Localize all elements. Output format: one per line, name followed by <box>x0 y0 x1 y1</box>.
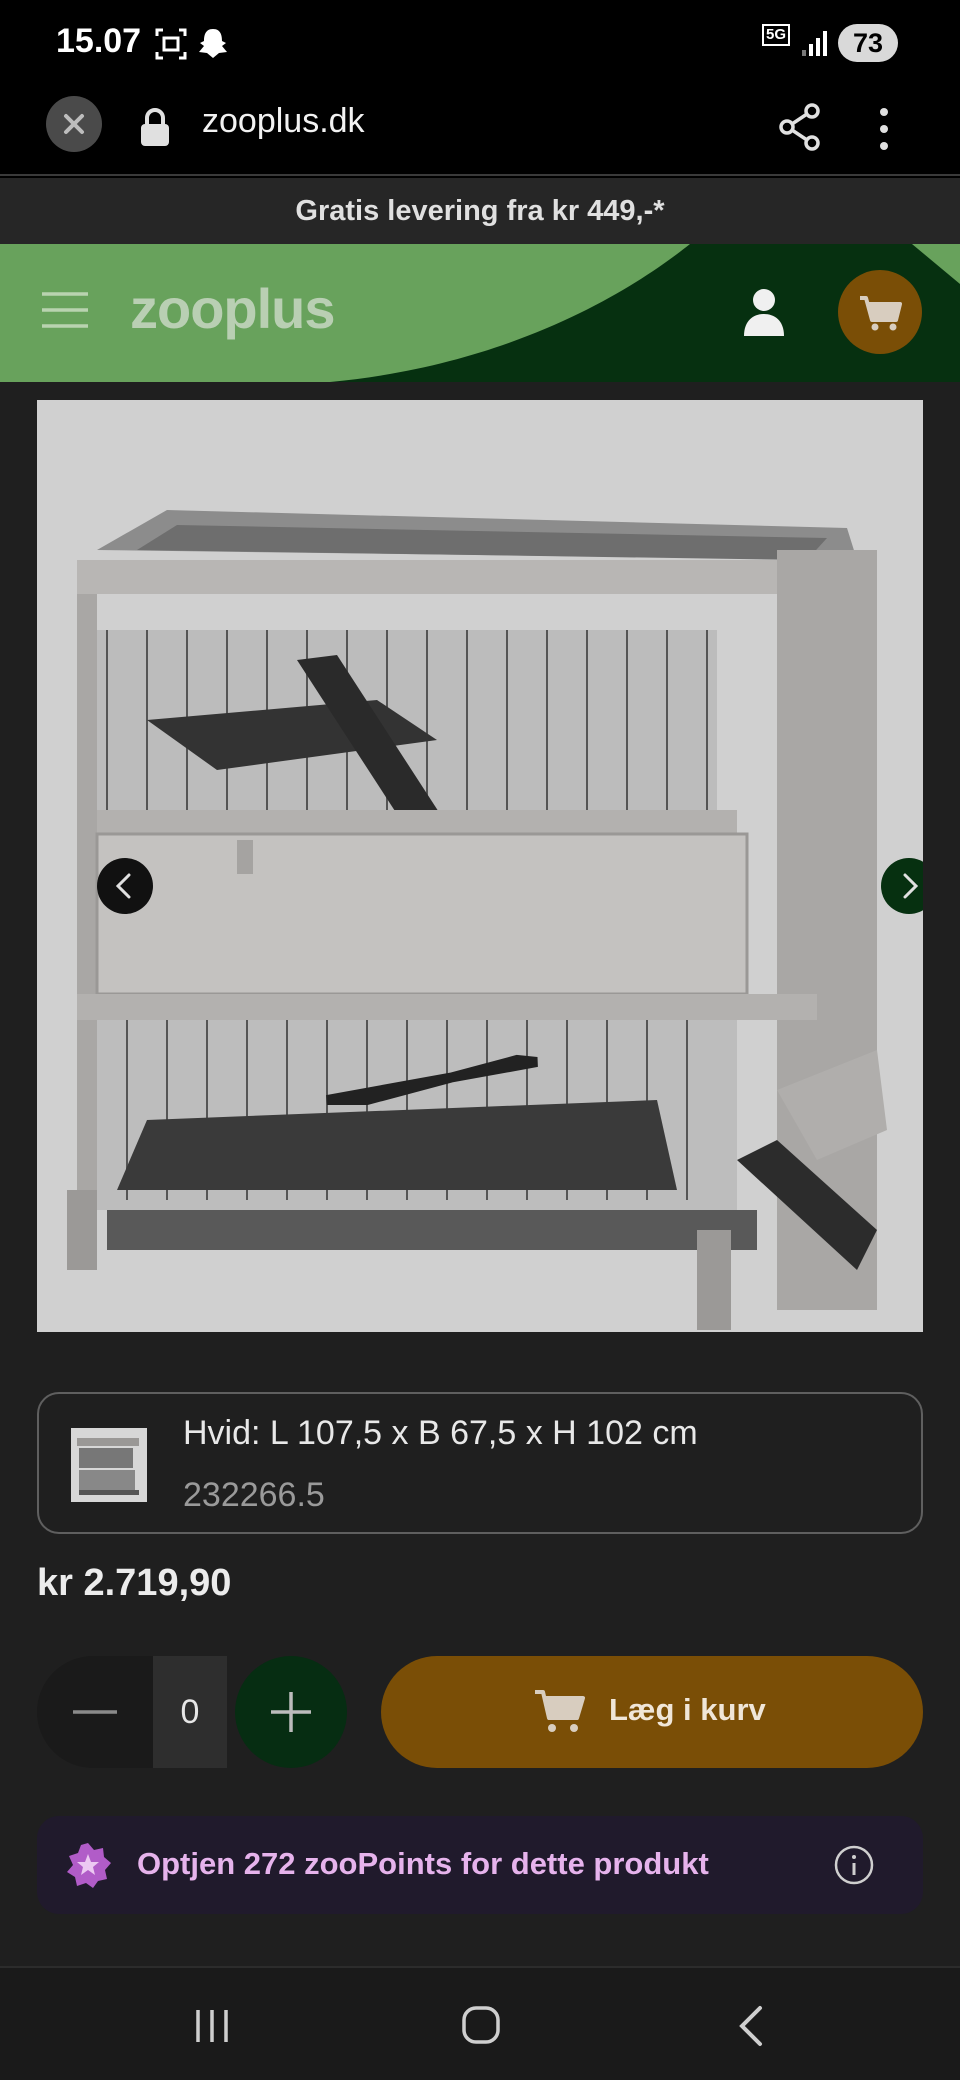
chevron-left-icon <box>115 873 131 899</box>
back-icon[interactable] <box>736 2004 766 2048</box>
header-cart-button[interactable] <box>838 270 922 354</box>
info-icon[interactable] <box>833 1844 875 1886</box>
zoopoints-banner[interactable]: Optjen 272 zooPoints for dette produkt <box>37 1816 923 1914</box>
quantity-input[interactable]: 0 <box>153 1656 227 1768</box>
home-icon[interactable] <box>460 2004 502 2046</box>
site-header: zooplus <box>0 244 960 382</box>
zooplus-logo[interactable]: zooplus <box>130 276 336 341</box>
add-to-cart-label: Læg i kurv <box>609 1692 766 1727</box>
more-options-icon[interactable] <box>874 104 894 154</box>
product-page: Hvid: L 107,5 x B 67,5 x H 102 cm 232266… <box>0 382 960 1966</box>
product-image-gallery[interactable] <box>37 400 923 1332</box>
network-type: 5G <box>762 24 791 46</box>
product-price: kr 2.719,90 <box>37 1562 232 1604</box>
lock-icon <box>141 108 169 146</box>
account-icon[interactable] <box>740 286 788 338</box>
battery-indicator: 73 <box>838 24 898 62</box>
system-navigation-bar <box>0 1966 960 2080</box>
snapchat-icon <box>199 29 227 58</box>
status-time: 15.07 <box>56 22 142 60</box>
zoopoints-text: Optjen 272 zooPoints for dette produkt <box>137 1846 709 1881</box>
variant-title: Hvid: L 107,5 x B 67,5 x H 102 cm <box>183 1414 698 1452</box>
browser-toolbar: zooplus.dk <box>0 88 960 176</box>
minus-icon <box>73 1710 117 1714</box>
menu-icon[interactable] <box>40 290 90 330</box>
gallery-prev-button[interactable] <box>97 858 153 914</box>
share-icon[interactable] <box>778 102 822 152</box>
free-delivery-banner[interactable]: Gratis levering fra kr 449,-* <box>0 178 960 244</box>
screenshot-icon <box>155 28 187 60</box>
plus-icon <box>271 1692 311 1732</box>
variant-sku: 232266.5 <box>183 1476 325 1514</box>
cart-icon <box>535 1690 585 1732</box>
close-tab-button[interactable] <box>46 96 102 152</box>
quantity-stepper: 0 <box>37 1656 347 1768</box>
signal-icon <box>802 31 827 56</box>
status-bar: 15.07 5G 73 <box>0 0 960 88</box>
url-text[interactable]: zooplus.dk <box>202 102 365 141</box>
zoopoints-badge-icon <box>67 1843 111 1888</box>
quantity-increase-button[interactable] <box>235 1656 347 1768</box>
gallery-next-button[interactable] <box>881 858 923 914</box>
close-icon <box>64 114 84 134</box>
product-image-hutch <box>37 400 923 1332</box>
chevron-right-icon <box>903 873 919 899</box>
recent-apps-icon[interactable] <box>192 2006 232 2046</box>
variant-selector[interactable]: Hvid: L 107,5 x B 67,5 x H 102 cm 232266… <box>37 1392 923 1534</box>
cart-icon <box>860 296 902 331</box>
quantity-decrease-button[interactable] <box>37 1656 153 1768</box>
variant-thumbnail <box>71 1428 147 1502</box>
add-to-cart-button[interactable]: Læg i kurv <box>381 1656 923 1768</box>
